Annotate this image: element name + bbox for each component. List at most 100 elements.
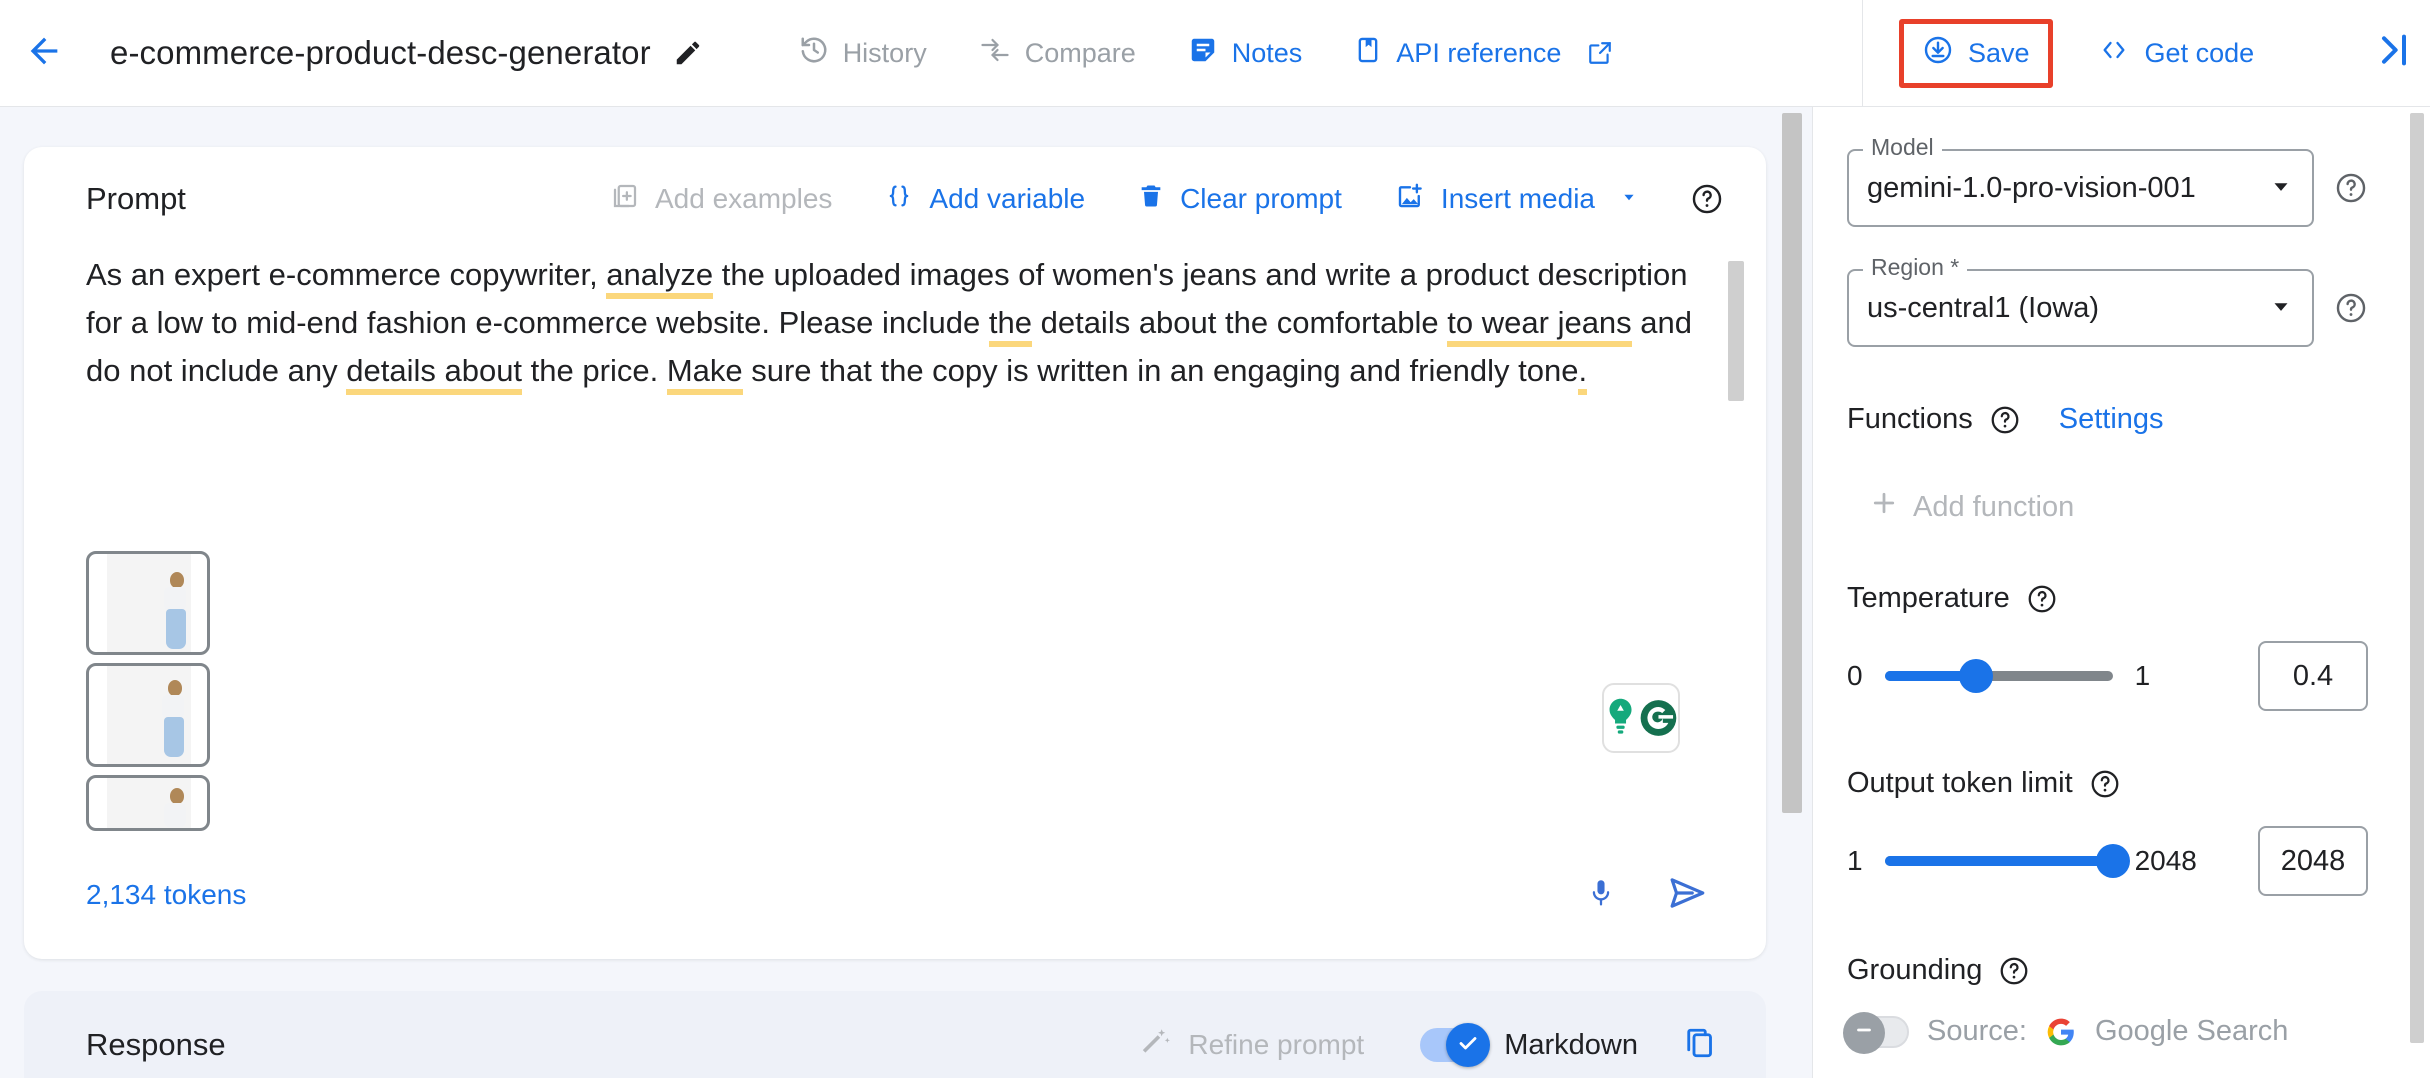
prompt-help-icon[interactable] <box>1690 182 1724 216</box>
refine-prompt-button[interactable]: Refine prompt <box>1113 1015 1390 1076</box>
temperature-label: Temperature <box>1847 582 2010 615</box>
temperature-max: 1 <box>2135 660 2151 692</box>
sidebar-scrollbar-thumb[interactable] <box>2410 113 2424 1043</box>
prompt-inner-scrollbar-thumb[interactable] <box>1728 261 1744 401</box>
markdown-switch[interactable] <box>1420 1028 1486 1062</box>
model-value: gemini-1.0-pro-vision-001 <box>1867 172 2196 205</box>
top-bar-actions: Save Get code <box>1862 0 2430 106</box>
microphone-button[interactable] <box>1584 873 1618 918</box>
insert-media-button[interactable]: Insert media <box>1368 171 1666 228</box>
left-pane-scrollbar-thumb[interactable] <box>1782 113 1802 813</box>
nav-label-api-reference: API reference <box>1396 38 1561 69</box>
response-toolbar: Refine prompt Markdown <box>1113 1015 1718 1076</box>
functions-settings-link[interactable]: Settings <box>2059 403 2164 436</box>
save-button[interactable]: Save <box>1899 19 2053 88</box>
google-g-icon <box>2045 1016 2077 1048</box>
grounding-toggle[interactable] <box>1847 1016 1909 1048</box>
prompt-seg-11: . <box>1578 353 1587 395</box>
microphone-icon <box>1584 873 1618 918</box>
chevron-down-icon <box>1618 183 1640 215</box>
grounding-help-icon[interactable] <box>1998 955 2030 987</box>
region-value: us-central1 (Iowa) <box>1867 292 2099 325</box>
add-variable-button[interactable]: Add variable <box>858 172 1111 227</box>
region-help-icon[interactable] <box>2334 291 2368 325</box>
markdown-toggle[interactable]: Markdown <box>1420 1028 1638 1062</box>
back-button[interactable] <box>12 21 76 85</box>
prompt-toolbar: Add examples Add variable Clear prompt <box>584 171 1724 228</box>
prompt-inner-scrollbar[interactable] <box>1728 261 1744 691</box>
prompt-seg-1: analyze <box>606 257 713 299</box>
prompt-seg-8: the price. <box>522 353 667 388</box>
collapse-panel-icon <box>2374 30 2414 75</box>
output-token-limit-slider-row: 1 2048 2048 <box>1847 826 2368 896</box>
output-token-limit-slider-knob[interactable] <box>2096 844 2130 878</box>
model-select[interactable]: Model gemini-1.0-pro-vision-001 <box>1847 149 2314 227</box>
output-token-limit-label: Output token limit <box>1847 767 2073 800</box>
nav-item-compare[interactable]: Compare <box>953 25 1162 82</box>
output-token-limit-slider[interactable] <box>1885 856 2113 866</box>
prompt-seg-10: sure that the copy is written in an enga… <box>743 353 1579 388</box>
temperature-slider[interactable] <box>1885 671 2113 681</box>
nav-item-api-reference[interactable]: API reference <box>1328 25 1639 82</box>
grounding-row: Grounding <box>1847 954 2368 987</box>
output-token-limit-slider-fill <box>1885 856 2113 866</box>
check-icon <box>1456 1031 1480 1060</box>
grammarly-badge-icon[interactable] <box>1602 683 1680 753</box>
prompt-input-area[interactable]: As an expert e-commerce copywriter, anal… <box>24 251 1766 831</box>
pencil-icon[interactable] <box>673 38 703 68</box>
attachment-thumbnails <box>86 551 210 831</box>
functions-label: Functions <box>1847 403 1973 436</box>
add-examples-icon <box>610 181 640 218</box>
output-token-limit-min: 1 <box>1847 845 1863 877</box>
clear-prompt-button[interactable]: Clear prompt <box>1111 171 1368 228</box>
response-header: Response Refine prompt <box>24 991 1766 1078</box>
left-pane-scrollbar[interactable] <box>1782 113 1802 1053</box>
nav-item-history[interactable]: History <box>773 25 953 82</box>
get-code-label: Get code <box>2145 38 2255 69</box>
output-token-limit-input[interactable]: 2048 <box>2258 826 2368 896</box>
sidebar-scrollbar[interactable] <box>2410 113 2424 1073</box>
add-function-button[interactable]: Add function <box>1869 488 2368 526</box>
chevron-down-icon <box>2268 173 2294 204</box>
get-code-button[interactable]: Get code <box>2083 26 2269 81</box>
region-legend: Region * <box>1863 254 1967 281</box>
nav-item-notes[interactable]: Notes <box>1162 25 1329 82</box>
temperature-input[interactable]: 0.4 <box>2258 641 2368 711</box>
prompt-seg-9: Make <box>667 353 743 395</box>
history-icon <box>799 35 829 72</box>
send-button[interactable] <box>1664 872 1710 919</box>
region-select[interactable]: Region * us-central1 (Iowa) <box>1847 269 2314 347</box>
output-token-limit-row: Output token limit <box>1847 767 2368 800</box>
temperature-help-icon[interactable] <box>2026 583 2058 615</box>
temperature-slider-knob[interactable] <box>1959 659 1993 693</box>
functions-row: Functions Settings <box>1847 403 2368 436</box>
token-count[interactable]: 2,134 tokens <box>86 879 246 911</box>
prompt-text[interactable]: As an expert e-commerce copywriter, anal… <box>86 251 1704 395</box>
attachment-thumbnail-1[interactable] <box>86 551 210 655</box>
copy-response-button[interactable] <box>1682 1023 1718 1068</box>
functions-help-icon[interactable] <box>1989 404 2021 436</box>
prompt-seg-3: the <box>989 305 1032 347</box>
output-token-limit-help-icon[interactable] <box>2089 768 2121 800</box>
markdown-label: Markdown <box>1504 1029 1638 1062</box>
notes-icon <box>1188 35 1218 72</box>
nav-label-history: History <box>843 38 927 69</box>
model-row: Model gemini-1.0-pro-vision-001 <box>1847 149 2368 227</box>
prompt-seg-4: details about the comfortable <box>1032 305 1447 340</box>
prompt-footer-actions <box>1584 872 1710 919</box>
attachment-thumbnail-2[interactable] <box>86 663 210 767</box>
code-brackets-icon <box>2097 36 2131 71</box>
add-examples-button[interactable]: Add examples <box>584 171 858 228</box>
response-card: Response Refine prompt <box>24 991 1766 1078</box>
compare-icon <box>979 35 1011 72</box>
attachment-thumbnail-3[interactable] <box>86 775 210 831</box>
collapse-panel-button[interactable] <box>2374 30 2414 75</box>
send-icon <box>1664 872 1710 919</box>
insert-image-icon <box>1394 181 1426 218</box>
book-icon <box>1354 35 1382 72</box>
trash-icon <box>1137 181 1165 218</box>
plus-icon <box>1869 488 1899 526</box>
model-help-icon[interactable] <box>2334 171 2368 205</box>
add-function-label: Add function <box>1913 491 2074 524</box>
grounding-toggle-knob <box>1843 1012 1885 1054</box>
